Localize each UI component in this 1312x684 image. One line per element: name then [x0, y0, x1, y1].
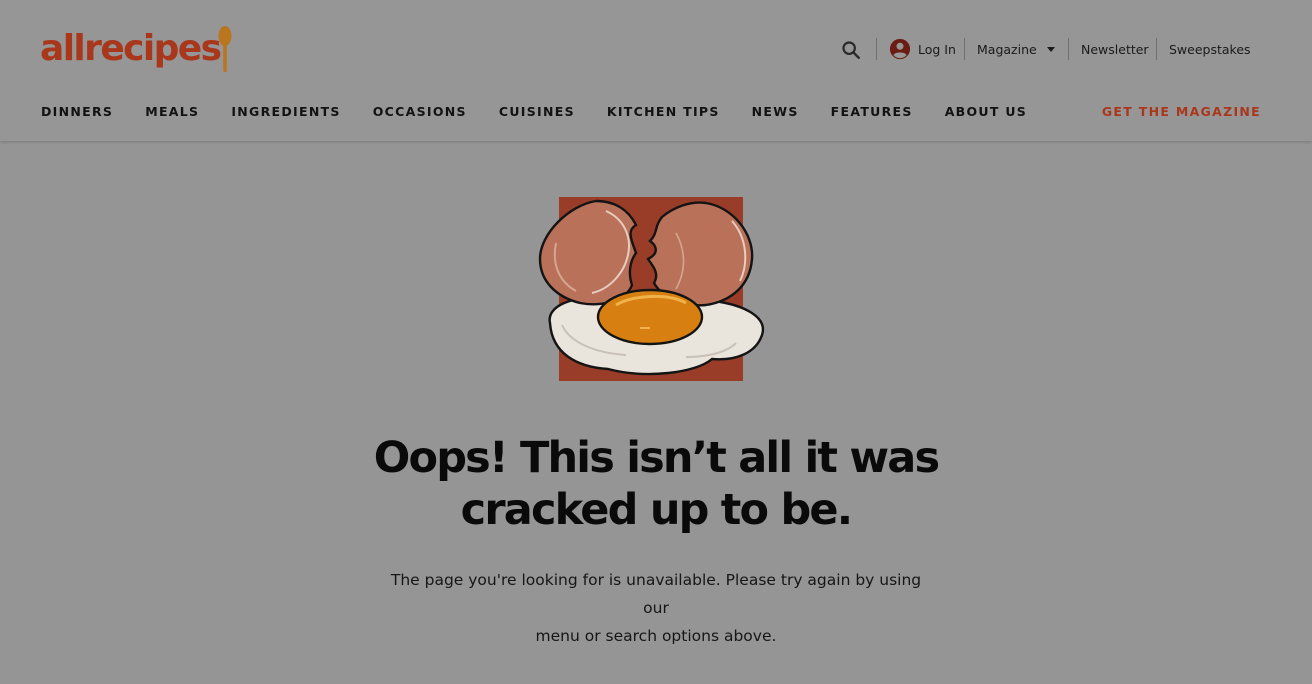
message-line-1: The page you're looking for is unavailab… — [390, 571, 922, 617]
account-circle-icon — [889, 38, 911, 60]
login-button[interactable]: Log In — [889, 38, 956, 60]
magazine-dropdown[interactable]: Magazine — [977, 38, 1055, 60]
magazine-label: Magazine — [977, 41, 1037, 57]
nav-item-about-us[interactable]: ABOUT US — [945, 104, 1027, 122]
nav-item-cuisines[interactable]: CUISINES — [499, 104, 575, 122]
divider — [876, 38, 877, 60]
divider — [964, 38, 965, 60]
newsletter-link[interactable]: Newsletter — [1081, 42, 1149, 57]
nav-item-kitchen-tips[interactable]: KITCHEN TIPS — [607, 104, 720, 122]
message-line-2: menu or search options above. — [535, 627, 777, 645]
nav-item-features[interactable]: FEATURES — [831, 104, 913, 122]
nav-item-ingredients[interactable]: INGREDIENTS — [231, 104, 340, 122]
divider — [1068, 38, 1069, 60]
headline-line-2: cracked up to be. — [460, 485, 853, 535]
error-message: The page you're looking for is unavailab… — [376, 566, 936, 650]
main-nav: DINNERS MEALS INGREDIENTS OCCASIONS CUIS… — [41, 104, 1027, 122]
login-label: Log In — [918, 41, 956, 57]
nav-item-meals[interactable]: MEALS — [145, 104, 199, 122]
sweepstakes-link[interactable]: Sweepstakes — [1169, 42, 1251, 57]
get-the-magazine-link[interactable]: GET THE MAGAZINE — [1102, 104, 1261, 119]
nav-item-dinners[interactable]: DINNERS — [41, 104, 113, 122]
search-icon[interactable] — [840, 39, 862, 61]
utility-bar: Log In Magazine Newsletter Sweepstakes — [0, 34, 1312, 64]
nav-item-news[interactable]: NEWS — [752, 104, 799, 122]
headline-line-1: Oops! This isn’t all it was — [373, 433, 940, 483]
site-header: allrecipes Log In Magazine Newsletter Sw… — [0, 0, 1312, 141]
page-title: Oops! This isn’t all it was cracked up t… — [306, 432, 1006, 536]
divider — [1156, 38, 1157, 60]
chevron-down-icon — [1046, 46, 1055, 52]
nav-item-occasions[interactable]: OCCASIONS — [373, 104, 467, 122]
page: allrecipes Log In Magazine Newsletter Sw… — [0, 0, 1312, 684]
cracked-egg-illustration — [538, 197, 765, 381]
